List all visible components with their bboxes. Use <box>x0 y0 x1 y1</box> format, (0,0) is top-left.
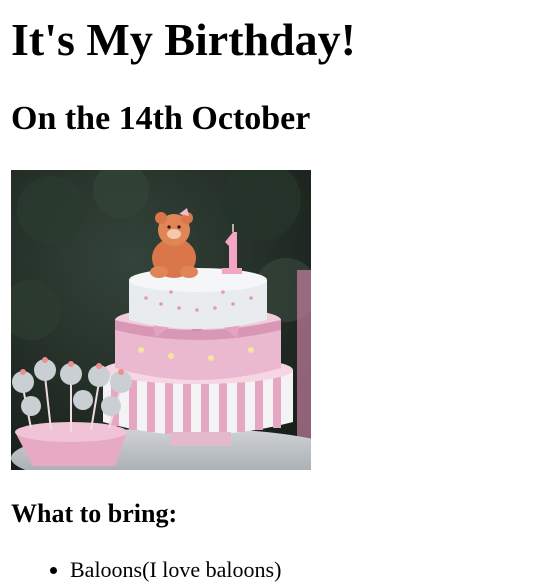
page-title: It's My Birthday! <box>11 14 356 65</box>
cake-illustration <box>11 170 311 470</box>
bring-list: Baloons(I love baloons) <box>0 556 281 584</box>
what-to-bring-heading: What to bring: <box>11 499 178 528</box>
event-date-heading: On the 14th October <box>11 100 311 137</box>
list-item: Baloons(I love baloons) <box>70 556 281 584</box>
birthday-cake-image <box>11 170 311 470</box>
page: It's My Birthday! On the 14th October Wh… <box>0 0 541 584</box>
